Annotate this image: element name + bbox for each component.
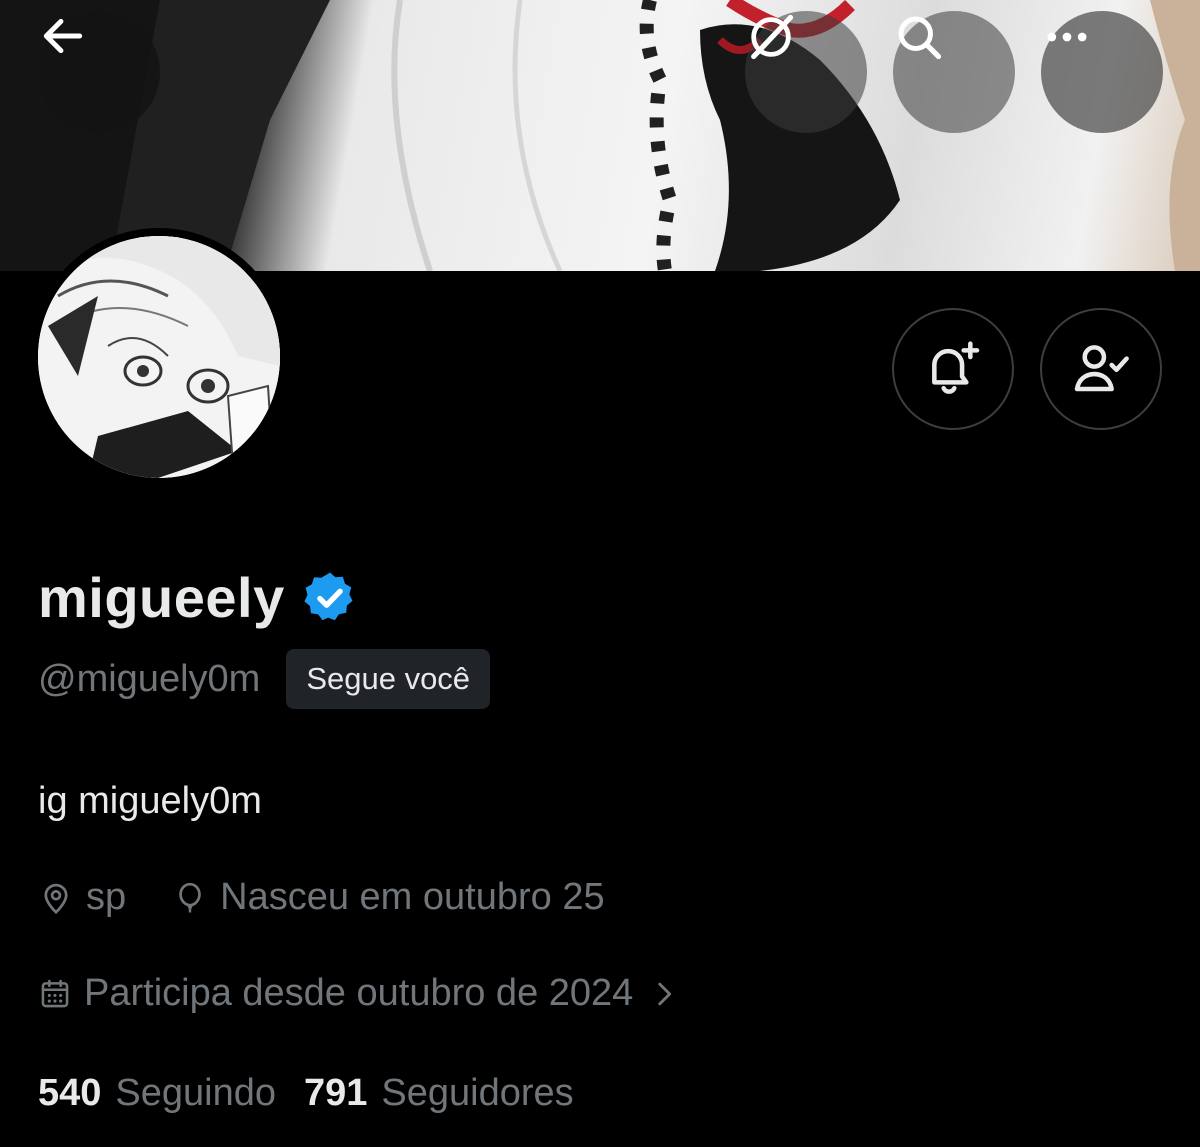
avatar-image [38, 236, 280, 478]
joined-text: Participa desde outubro de 2024 [84, 972, 634, 1014]
location-item: sp [38, 876, 126, 919]
following-button[interactable] [1040, 308, 1162, 430]
balloon-icon [179, 882, 201, 913]
joined-date-link[interactable]: Participa desde outubro de 2024 [38, 972, 677, 1015]
display-name: migueely [38, 566, 285, 629]
followers-count: 791 [304, 1072, 368, 1114]
bell-plus-icon [932, 341, 980, 394]
birthday-text: Nasceu em outubro 25 [220, 876, 605, 918]
grok-icon [751, 14, 794, 60]
following-label: Seguindo [115, 1072, 276, 1114]
person-check-icon [1074, 345, 1129, 392]
followers-stat[interactable]: 791 Seguidores [304, 1072, 574, 1115]
chevron-right-icon [658, 982, 672, 1005]
more-horizontal-icon [1047, 32, 1087, 42]
following-stat[interactable]: 540 Seguindo [38, 1072, 276, 1115]
notifications-button[interactable] [892, 308, 1014, 430]
search-icon [898, 16, 942, 60]
username-handle: @miguely0m [38, 657, 261, 700]
profile-meta: sp Nasceu em outubro 25 [38, 876, 605, 919]
arrow-left-icon [43, 18, 83, 54]
profile-bio: ig miguely0m [38, 780, 262, 822]
back-button[interactable] [38, 11, 160, 133]
location-pin-icon [44, 883, 68, 914]
avatar[interactable] [38, 236, 280, 478]
followers-label: Seguidores [381, 1072, 574, 1114]
calendar-icon [41, 979, 69, 1007]
birthday-item: Nasceu em outubro 25 [172, 876, 605, 919]
handle-row: @miguely0m Segue você [38, 649, 491, 709]
location-text: sp [86, 876, 127, 918]
search-button[interactable] [893, 11, 1015, 133]
grok-button[interactable] [745, 11, 867, 133]
follows-you-badge: Segue você [286, 649, 491, 709]
follow-stats: 540 Seguindo 791 Seguidores [38, 1072, 574, 1115]
verified-badge-icon[interactable] [301, 569, 359, 627]
profile-page: migueely @miguely0m Segue você ig miguel… [0, 0, 1200, 1147]
more-options-button[interactable] [1041, 11, 1163, 133]
name-row: migueely [38, 565, 359, 630]
following-count: 540 [38, 1072, 102, 1114]
